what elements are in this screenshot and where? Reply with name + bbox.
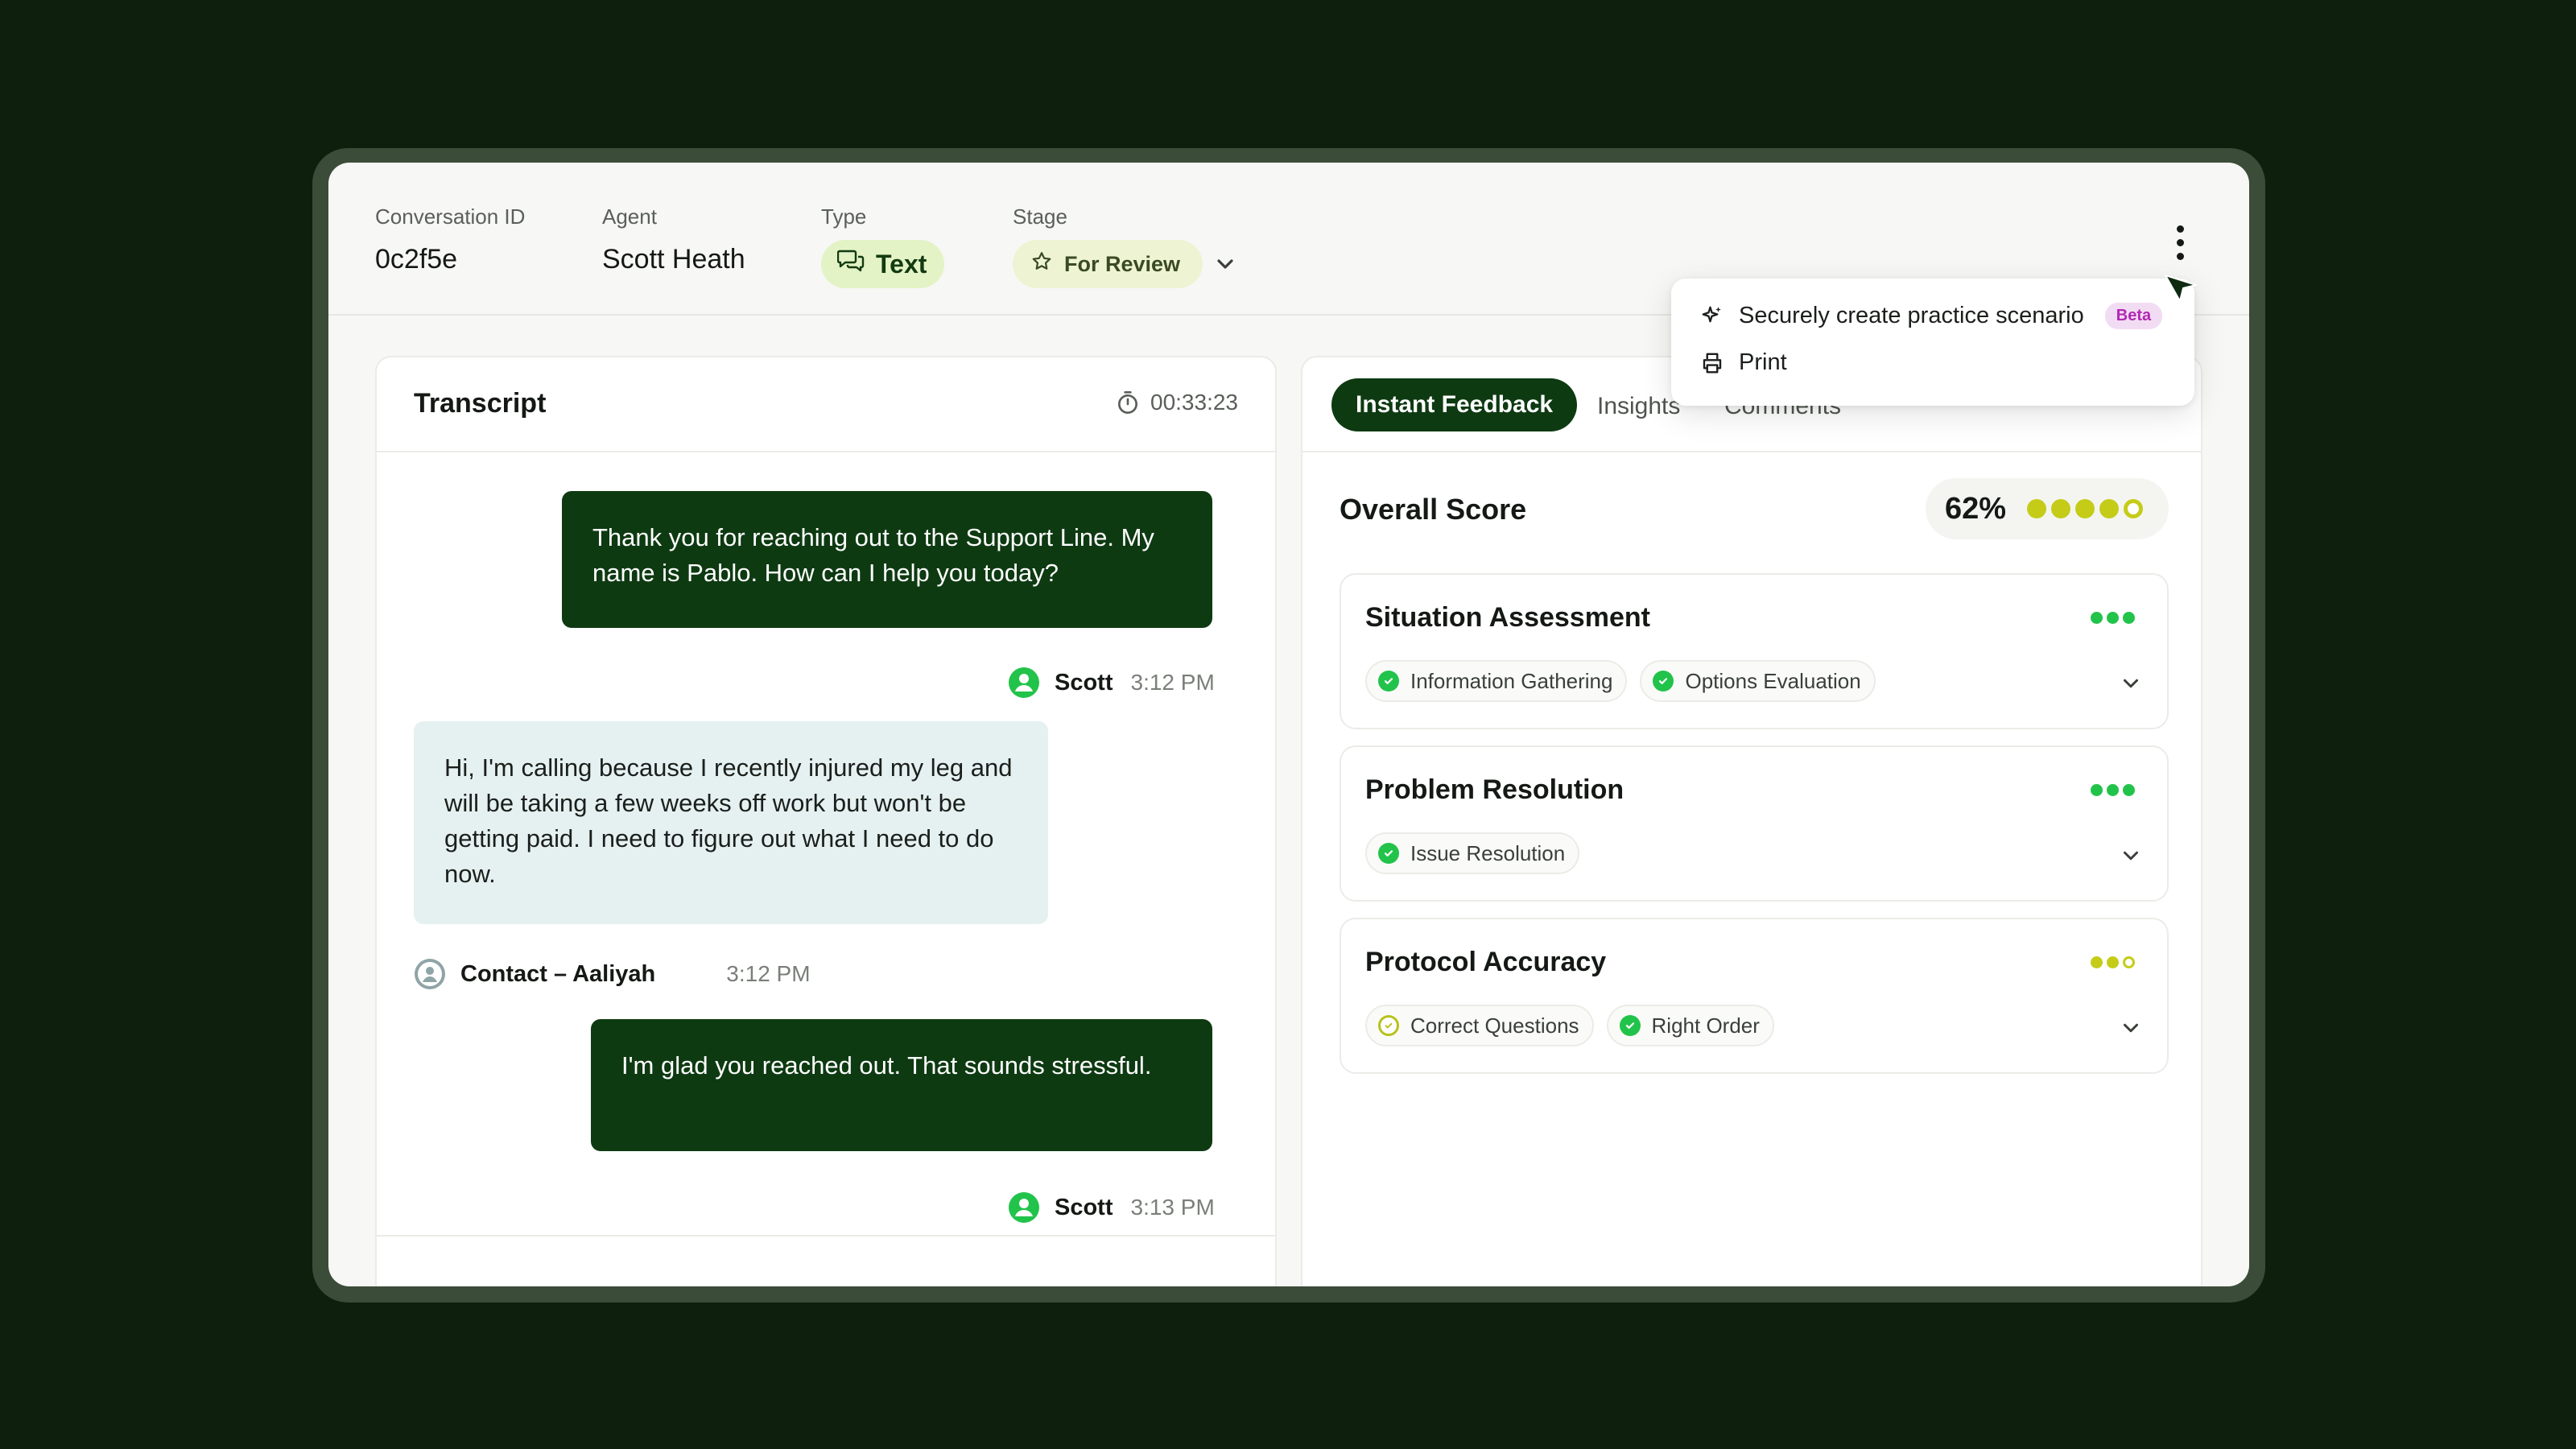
category-tags: Issue Resolution xyxy=(1365,832,1580,874)
check-circle-icon xyxy=(1653,671,1674,691)
conversation-id-label: Conversation ID xyxy=(375,204,526,229)
criterion-label: Right Order xyxy=(1651,1013,1760,1038)
criterion-label: Issue Resolution xyxy=(1410,840,1566,865)
chevron-down-icon[interactable] xyxy=(2119,671,2143,696)
transcript-footer xyxy=(377,1235,1275,1286)
contact-avatar-icon xyxy=(415,959,445,989)
category-tags: Information Gathering Options Evaluation xyxy=(1365,660,1876,702)
transcript-header: Transcript 00:33:23 xyxy=(377,357,1275,452)
message-bubble-agent: I'm glad you reached out. That sounds st… xyxy=(591,1019,1212,1151)
conversation-id-field: Conversation ID 0c2f5e xyxy=(375,203,525,277)
category-tags: Correct Questions Right Order xyxy=(1365,1005,1774,1046)
menu-item-label: Securely create practice scenario xyxy=(1739,303,2084,328)
stage-value: For Review xyxy=(1064,251,1181,276)
duration-value: 00:33:23 xyxy=(1150,390,1238,415)
sender-name: Contact – Aaliyah xyxy=(460,960,656,987)
agent-label: Agent xyxy=(602,204,657,229)
menu-item-practice-scenario[interactable]: Securely create practice scenario Beta xyxy=(1700,303,2163,329)
more-options-menu: Securely create practice scenario Beta P… xyxy=(1671,279,2194,406)
type-value: Text xyxy=(876,249,927,279)
criterion-tag: Information Gathering xyxy=(1365,660,1628,702)
tab-insights[interactable]: Insights xyxy=(1597,393,1680,420)
check-circle-outline-icon xyxy=(1378,1015,1399,1036)
criterion-tag: Correct Questions xyxy=(1365,1005,1594,1046)
criterion-tag: Issue Resolution xyxy=(1365,832,1580,874)
check-circle-icon xyxy=(1378,843,1399,864)
feedback-panel: Instant Feedback Insights Comments Overa… xyxy=(1301,356,2202,1286)
message-time: 3:12 PM xyxy=(1130,670,1215,695)
chat-bubbles-icon xyxy=(836,249,865,279)
category-rating-dots xyxy=(2091,784,2135,796)
message-time: 3:13 PM xyxy=(1130,1195,1215,1220)
more-options-button[interactable] xyxy=(2172,225,2188,266)
criterion-tag: Right Order xyxy=(1606,1005,1774,1046)
sender-name: Scott xyxy=(1055,1194,1113,1220)
criterion-label: Information Gathering xyxy=(1410,668,1613,693)
stage-label: Stage xyxy=(1013,204,1067,229)
conversation-id-value: 0c2f5e xyxy=(375,244,458,275)
message-time: 3:12 PM xyxy=(726,961,811,986)
category-rating-dots xyxy=(2091,612,2135,624)
duration: 00:33:23 xyxy=(1115,390,1238,415)
criterion-tag: Options Evaluation xyxy=(1640,660,1876,702)
transcript-panel: Transcript 00:33:23 Thank you for reachi… xyxy=(375,356,1277,1286)
stopwatch-icon xyxy=(1118,391,1137,414)
mouse-cursor-icon xyxy=(2165,275,2197,302)
overall-score-value: 62% xyxy=(1945,491,2007,526)
stage-dropdown[interactable]: For Review xyxy=(1013,240,1203,288)
beta-badge: Beta xyxy=(2104,303,2163,329)
overall-score-label: Overall Score xyxy=(1340,493,1527,526)
chevron-down-icon[interactable] xyxy=(2119,1016,2143,1040)
message-meta: Scott 3:12 PM xyxy=(1008,667,1215,699)
overall-rating-dots xyxy=(2027,499,2144,518)
type-badge: Text xyxy=(821,240,945,288)
category-title: Situation Assessment xyxy=(1365,602,1650,633)
category-rating-dots xyxy=(2091,956,2135,968)
category-card[interactable]: Problem Resolution Issue Resolution xyxy=(1340,745,2169,902)
criterion-label: Correct Questions xyxy=(1410,1013,1579,1038)
check-circle-icon xyxy=(1378,671,1399,691)
check-circle-icon xyxy=(1619,1015,1641,1036)
menu-item-print[interactable]: Print xyxy=(1700,349,1787,376)
sender-name: Scott xyxy=(1055,669,1113,696)
star-icon xyxy=(1030,250,1053,279)
chevron-down-icon[interactable] xyxy=(1212,251,1238,277)
tab-instant-feedback[interactable]: Instant Feedback xyxy=(1331,378,1578,431)
menu-item-label: Print xyxy=(1739,349,1787,375)
message-bubble-contact: Hi, I'm calling because I recently injur… xyxy=(414,721,1048,924)
transcript-title: Transcript xyxy=(414,388,547,419)
agent-field: Agent Scott Heath xyxy=(602,203,745,277)
overall-score-badge: 62% xyxy=(1926,478,2169,539)
agent-avatar-icon xyxy=(1009,1192,1039,1223)
printer-icon xyxy=(1703,353,1722,373)
chevron-down-icon[interactable] xyxy=(2119,844,2143,868)
message-meta: Scott 3:13 PM xyxy=(1008,1191,1215,1224)
criterion-label: Options Evaluation xyxy=(1685,668,1861,693)
type-field: Type xyxy=(821,203,866,230)
category-title: Protocol Accuracy xyxy=(1365,947,1607,977)
sparkle-icon xyxy=(1702,306,1721,322)
category-card[interactable]: Protocol Accuracy Correct Questions Righ… xyxy=(1340,918,2169,1074)
message-bubble-agent: Thank you for reaching out to the Suppor… xyxy=(562,491,1212,628)
category-card[interactable]: Situation Assessment Information Gatheri… xyxy=(1340,573,2169,729)
message-meta: Contact – Aaliyah 3:12 PM xyxy=(414,958,811,990)
agent-avatar-icon xyxy=(1009,667,1039,698)
stage-field: Stage xyxy=(1013,203,1067,230)
type-label: Type xyxy=(821,204,867,229)
agent-value: Scott Heath xyxy=(602,244,745,275)
category-title: Problem Resolution xyxy=(1365,774,1624,805)
